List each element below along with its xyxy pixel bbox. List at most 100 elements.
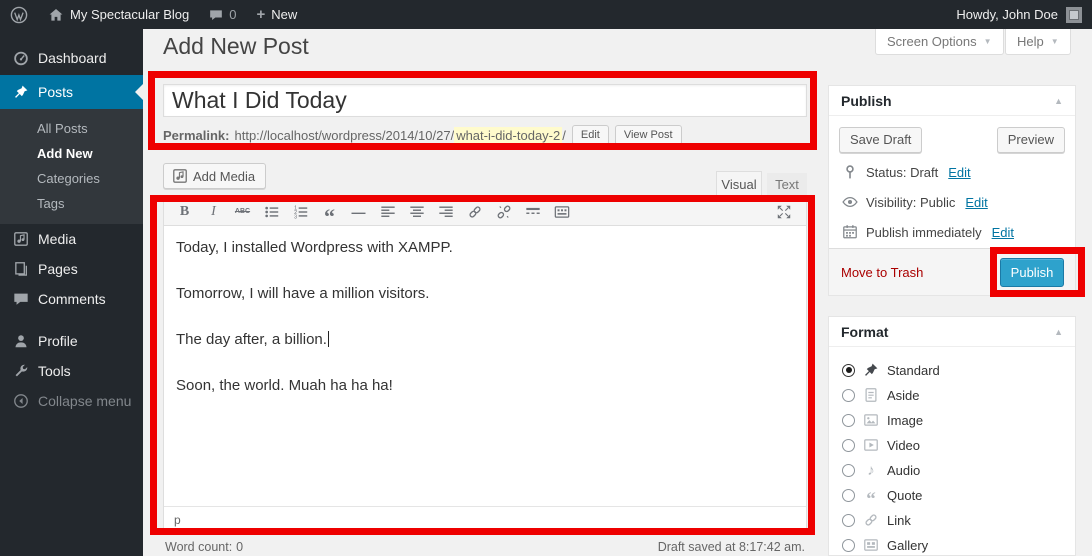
tab-visual[interactable]: Visual	[716, 171, 762, 197]
word-count: Word count:0	[165, 540, 247, 554]
eye-icon	[842, 194, 858, 210]
sidebar-subitem-all-posts[interactable]: All Posts	[0, 116, 143, 141]
format-option-gallery[interactable]: Gallery	[842, 535, 928, 555]
format-label: Standard	[887, 363, 940, 378]
post-title-input[interactable]	[163, 84, 807, 117]
sidebar-item-posts[interactable]: Posts	[0, 75, 143, 109]
numbered-list-button[interactable]	[287, 201, 314, 223]
avatar[interactable]	[1066, 7, 1082, 23]
bullet-list-button[interactable]	[258, 201, 285, 223]
radio-image[interactable]	[842, 414, 855, 427]
format-option-quote[interactable]: “ Quote	[842, 485, 922, 505]
save-draft-button[interactable]: Save Draft	[839, 127, 922, 153]
radio-aside[interactable]	[842, 389, 855, 402]
format-label: Video	[887, 438, 920, 453]
format-option-image[interactable]: Image	[842, 410, 923, 430]
horizontal-rule-button[interactable]: —	[345, 201, 372, 223]
radio-standard[interactable]	[842, 364, 855, 377]
radio-link[interactable]	[842, 514, 855, 527]
align-right-button[interactable]	[432, 201, 459, 223]
status-label: Status:	[866, 165, 906, 180]
edit-schedule-link[interactable]: Edit	[992, 225, 1014, 240]
comments-icon	[13, 291, 29, 307]
video-icon	[863, 437, 879, 453]
fullscreen-button[interactable]	[770, 201, 797, 223]
sidebar-subitem-add-new[interactable]: Add New	[0, 141, 143, 166]
collapse-arrow-icon	[13, 393, 29, 409]
calendar-icon	[842, 224, 858, 240]
wordpress-logo-icon[interactable]	[0, 0, 38, 29]
align-center-button[interactable]	[403, 201, 430, 223]
visibility-label: Visibility:	[866, 195, 916, 210]
preview-button[interactable]: Preview	[997, 127, 1065, 153]
chevron-down-icon: ▼	[1051, 37, 1059, 46]
chevron-up-icon[interactable]: ▲	[1054, 96, 1063, 106]
tab-text[interactable]: Text	[767, 173, 807, 197]
edit-status-link[interactable]: Edit	[948, 165, 970, 180]
align-left-button[interactable]	[374, 201, 401, 223]
radio-gallery[interactable]	[842, 539, 855, 552]
view-post-button[interactable]: View Post	[615, 125, 682, 145]
radio-video[interactable]	[842, 439, 855, 452]
media-icon	[13, 231, 29, 247]
howdy-account-link[interactable]: Howdy, John Doe	[956, 7, 1058, 22]
sidebar-item-media[interactable]: Media	[0, 224, 143, 254]
format-option-aside[interactable]: Aside	[842, 385, 920, 405]
sidebar-item-profile[interactable]: Profile	[0, 326, 143, 356]
posts-submenu: All Posts Add New Categories Tags	[0, 109, 143, 224]
radio-quote[interactable]	[842, 489, 855, 502]
blockquote-button[interactable]: “	[316, 201, 343, 223]
toolbar-toggle-button[interactable]	[548, 201, 575, 223]
publish-panel-header[interactable]: Publish ▲	[829, 86, 1075, 116]
sidebar-item-comments[interactable]: Comments	[0, 284, 143, 314]
format-panel: Format ▲ Standard Aside Image Video ♪ Au…	[828, 316, 1076, 556]
editor-paragraph: Today, I installed Wordpress with XAMPP.	[176, 236, 794, 259]
post-status-icon	[842, 164, 858, 180]
screen-options-tab[interactable]: Screen Options ▼	[875, 29, 1004, 55]
format-option-video[interactable]: Video	[842, 435, 920, 455]
format-option-standard[interactable]: Standard	[842, 360, 940, 380]
sidebar-item-pages[interactable]: Pages	[0, 254, 143, 284]
chevron-up-icon[interactable]: ▲	[1054, 327, 1063, 337]
format-panel-header[interactable]: Format ▲	[829, 317, 1075, 347]
admin-bar-comments[interactable]: 0	[199, 0, 246, 29]
element-path[interactable]: p	[174, 513, 181, 527]
sidebar-subitem-tags[interactable]: Tags	[0, 191, 143, 216]
editor-content[interactable]: Today, I installed Wordpress with XAMPP.…	[164, 226, 806, 506]
comment-bubble-icon	[209, 8, 223, 22]
gallery-icon	[863, 537, 879, 553]
format-label: Aside	[887, 388, 920, 403]
remove-link-button[interactable]	[490, 201, 517, 223]
sidebar-item-dashboard[interactable]: Dashboard	[0, 41, 143, 75]
editor-paragraph-text: The day after, a billion.	[176, 331, 327, 348]
permalink-base: http://localhost/wordpress/2014/10/27/	[234, 128, 454, 143]
italic-button[interactable]: I	[200, 201, 227, 223]
text-caret	[328, 331, 329, 347]
sidebar-label: Profile	[38, 333, 78, 349]
sidebar-subitem-categories[interactable]: Categories	[0, 166, 143, 191]
add-media-icon	[172, 168, 188, 184]
edit-permalink-button[interactable]: Edit	[572, 125, 609, 145]
help-tab[interactable]: Help ▼	[1005, 29, 1071, 55]
strikethrough-button[interactable]: ABC	[229, 201, 256, 223]
sidebar-label: Comments	[38, 291, 106, 307]
format-option-link[interactable]: Link	[842, 510, 911, 530]
aside-icon	[863, 387, 879, 403]
permalink-row: Permalink: http://localhost/wordpress/20…	[163, 123, 682, 147]
radio-audio[interactable]	[842, 464, 855, 477]
sidebar-item-collapse-menu[interactable]: Collapse menu	[0, 386, 143, 416]
word-count-label: Word count:	[165, 540, 232, 554]
sidebar-item-tools[interactable]: Tools	[0, 356, 143, 386]
more-tag-button[interactable]	[519, 201, 546, 223]
site-name-link[interactable]: My Spectacular Blog	[38, 0, 199, 29]
admin-bar-left: My Spectacular Blog 0 + New	[0, 0, 307, 29]
add-media-button[interactable]: Add Media	[163, 163, 266, 189]
bold-button[interactable]: B	[171, 201, 198, 223]
insert-link-button[interactable]	[461, 201, 488, 223]
permalink-slug[interactable]: what-i-did-today-2	[454, 127, 562, 144]
publish-button[interactable]: Publish	[1000, 258, 1064, 287]
format-option-audio[interactable]: ♪ Audio	[842, 460, 920, 480]
new-content-menu[interactable]: + New	[246, 0, 307, 29]
edit-visibility-link[interactable]: Edit	[965, 195, 987, 210]
move-to-trash-link[interactable]: Move to Trash	[841, 265, 923, 280]
